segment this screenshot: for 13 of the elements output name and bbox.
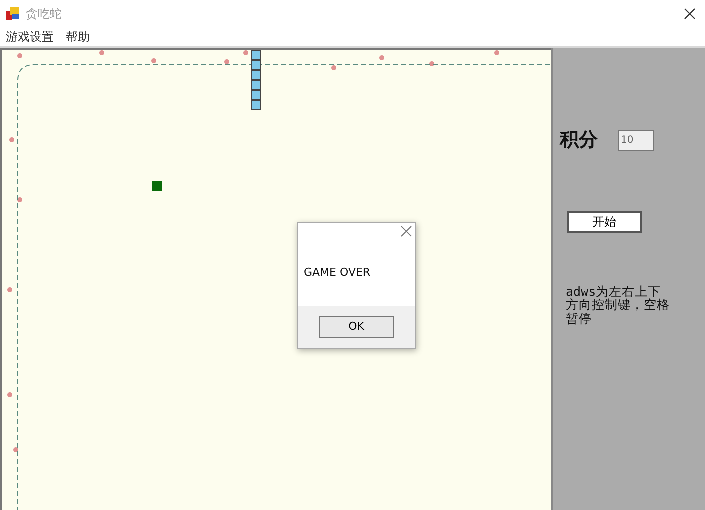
menu-item[interactable]: 帮助 (60, 28, 96, 46)
food-square (152, 181, 162, 191)
start-button[interactable]: 开始 (567, 210, 642, 232)
help-text: adws为左右上下方向控制键，空格暂停 (566, 284, 671, 326)
close-icon[interactable] (684, 8, 696, 20)
menu-item[interactable]: 游戏设置 (0, 28, 60, 46)
app-icon (6, 6, 20, 20)
score-label: 积分 (560, 128, 598, 153)
ok-button[interactable]: OK (319, 316, 394, 338)
score-field[interactable]: 10 (618, 130, 654, 151)
snake-drawing (251, 50, 261, 110)
window-title: 贪吃蛇 (26, 6, 62, 22)
dialog-message: GAME OVER (304, 264, 371, 281)
